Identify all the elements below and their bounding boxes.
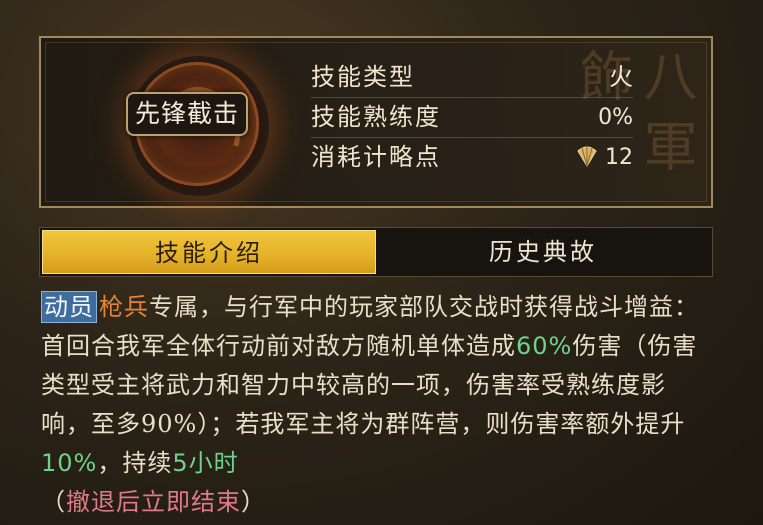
paren-close: ） [241,488,266,516]
skill-stats: 技能类型 火 技能熟练度 0% 消耗计略点 12 [311,58,633,177]
tab-skill-intro[interactable]: 技能介绍 [42,230,376,274]
skill-type-value: 火 [609,63,633,91]
cost-value: 12 [605,145,633,170]
description-text: ，持续 [97,449,173,477]
stat-row-proficiency: 技能熟练度 0% [311,98,633,138]
stat-label: 技能熟练度 [311,103,441,131]
stat-row-cost: 消耗计略点 12 [311,138,633,177]
stat-value: 12 [575,138,633,177]
stat-value: 0% [598,105,633,130]
tab-history[interactable]: 历史典故 [376,230,710,274]
retreat-condition-text: 撤退后立即结束 [66,488,241,516]
unit-type-text: 枪兵 [99,293,149,321]
skill-description: 动员 枪兵专属，与行军中的玩家部队交战时获得战斗增益：首回合我军全体行动前对敌方随… [41,288,713,522]
stat-label: 技能类型 [311,63,415,91]
paren-open: （ [41,488,66,516]
stat-row-type: 技能类型 火 [311,58,633,98]
damage-rate-value: 60% [516,332,573,360]
skill-name-plate: 先锋截击 [126,92,248,136]
stat-value: 火 [609,58,633,98]
stat-label: 消耗计略点 [311,143,441,171]
bonus-rate-value: 10% [41,449,98,477]
tab-bar: 技能介绍 历史典故 [39,227,713,277]
mobilize-badge: 动员 [41,291,97,323]
fan-icon [577,146,597,167]
duration-value: 5小时 [172,449,239,477]
